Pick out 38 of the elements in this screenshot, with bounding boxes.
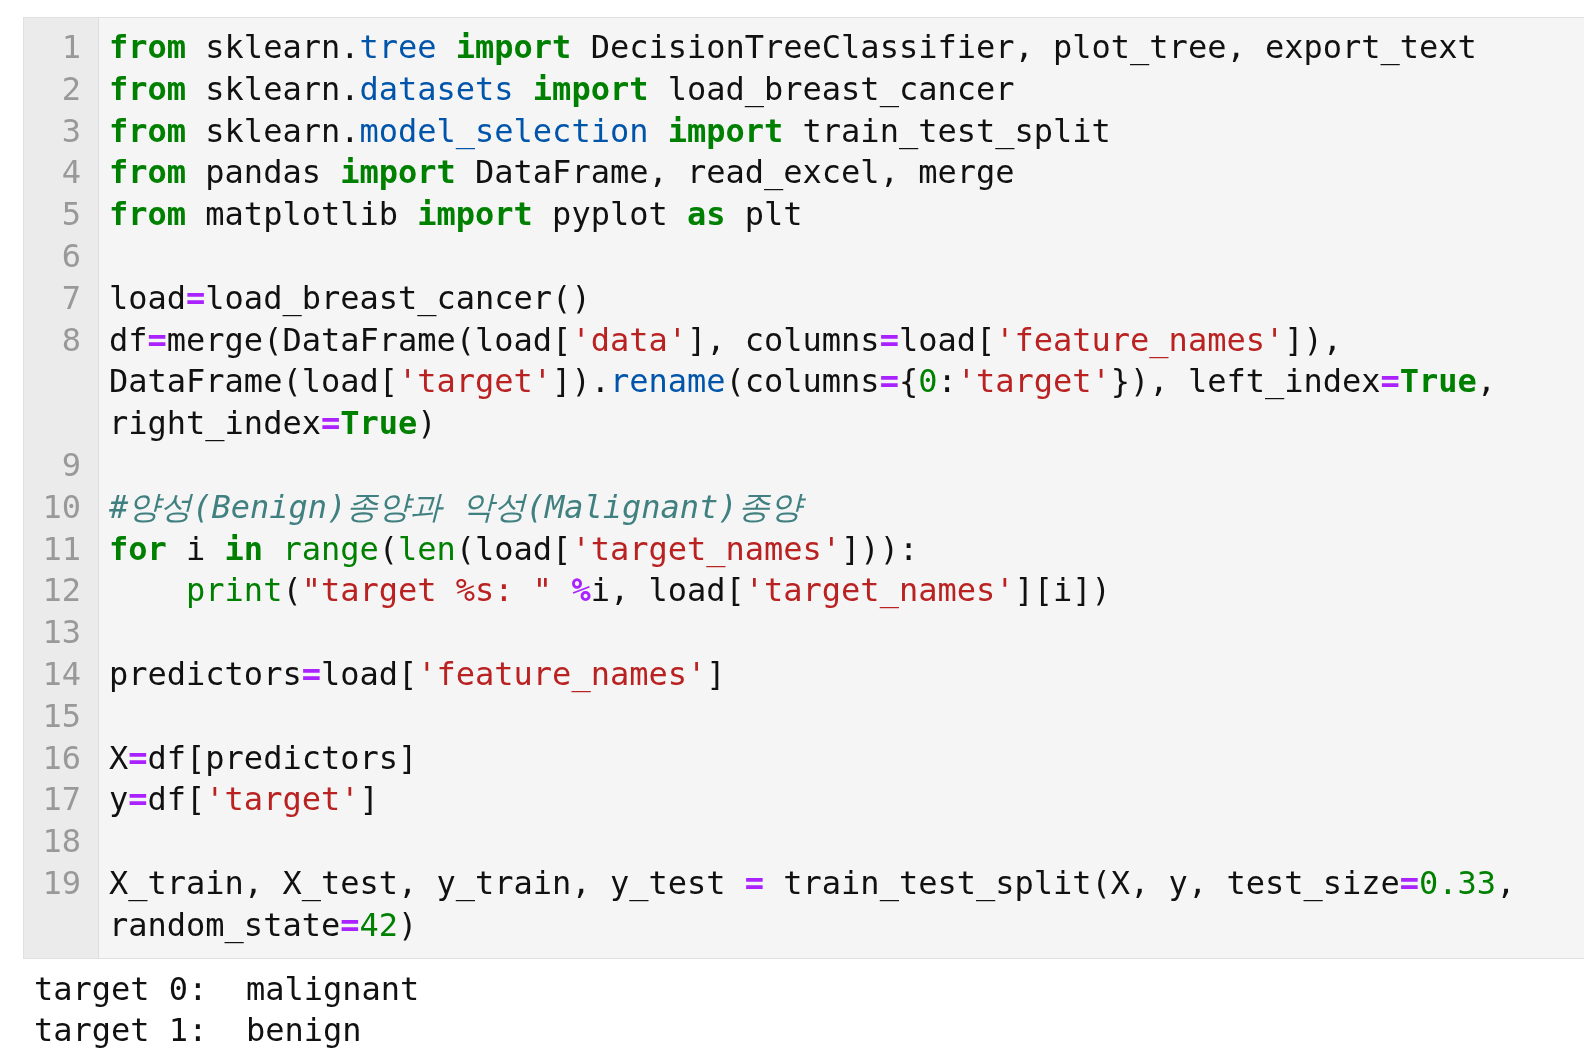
line-number: 7 xyxy=(61,277,81,319)
code-line: from sklearn.tree import DecisionTreeClassifier, plot_tree, export_text xyxy=(109,27,1477,68)
code-line: from sklearn.datasets import load_breast_cancer xyxy=(109,68,1015,110)
line-number: 11 xyxy=(42,528,81,570)
line-number: 1 xyxy=(61,27,81,68)
line-number: 12 xyxy=(42,570,81,612)
line-number: 4 xyxy=(61,152,81,194)
code-line: X_train, X_test, y_train, y_test = train_test_split(X, y, test_size=0.33, xyxy=(109,862,1516,904)
code-line: from pandas import DataFrame, read_excel, merge xyxy=(109,152,1015,194)
code-line: print("target %s: " %i, load['target_names'][i]) xyxy=(185,570,1111,612)
line-number: 17 xyxy=(42,779,81,821)
line-number: 5 xyxy=(61,194,81,236)
output-line: target 1: benign xyxy=(34,1010,362,1052)
code-line: X=df[predictors] xyxy=(109,737,418,779)
code-line: DataFrame(load['target']).rename(columns={0:'target'}), left_index=True, xyxy=(109,361,1497,403)
code-line: for i in range(len(load['target_names'])): xyxy=(109,528,919,570)
code-line: random_state=42) xyxy=(109,904,418,946)
code-line: df=merge(DataFrame(load['data'], columns=load['feature_names']), xyxy=(109,319,1342,361)
line-number: 8 xyxy=(61,319,81,361)
code-line: load=load_breast_cancer() xyxy=(109,277,591,319)
line-number: 2 xyxy=(61,68,81,110)
code-line: from sklearn.model_selection import train_test_split xyxy=(109,110,1111,152)
line-number: 9 xyxy=(61,444,81,486)
line-number: 14 xyxy=(42,653,81,695)
code-cell[interactable] xyxy=(23,17,1584,959)
line-number: 16 xyxy=(42,737,81,779)
code-line: from matplotlib import pyplot as plt xyxy=(109,194,803,236)
code-line: y=df['target'] xyxy=(109,779,379,821)
line-number: 18 xyxy=(42,821,81,863)
line-number: 15 xyxy=(42,695,81,737)
line-number: 10 xyxy=(42,486,81,528)
code-line: right_index=True) xyxy=(109,403,437,445)
line-number: 13 xyxy=(42,612,81,654)
output-line: target 0: malignant xyxy=(34,968,420,1010)
line-number: 6 xyxy=(61,236,81,277)
code-line: predictors=load['feature_names'] xyxy=(109,653,726,695)
line-number: 19 xyxy=(42,862,81,904)
line-number: 3 xyxy=(61,110,81,152)
